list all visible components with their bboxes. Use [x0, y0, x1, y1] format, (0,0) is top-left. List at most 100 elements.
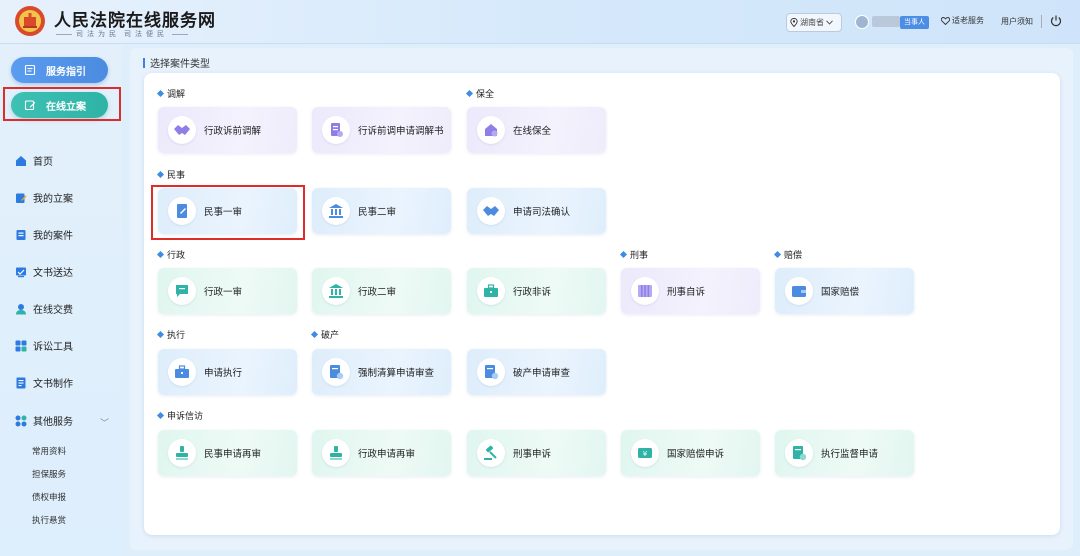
tile-admin-second-instance[interactable]: 行政二审	[312, 268, 451, 314]
liquidation-document-icon	[330, 365, 344, 380]
sub-item-execution-reward[interactable]: 执行悬赏	[32, 514, 66, 526]
filing-highlight-box	[3, 87, 121, 121]
elder-heart-icon	[941, 16, 950, 25]
group-label-compensation: 赔偿	[773, 248, 802, 261]
briefcase-icon	[484, 284, 498, 297]
chevron-down-icon	[826, 20, 833, 25]
region-select[interactable]: 湖南省	[786, 13, 842, 32]
svg-text:¥: ¥	[643, 450, 648, 458]
tile-label: 申请执行	[204, 368, 243, 379]
tile-label: 刑事申诉	[513, 449, 552, 460]
tile-label: 民事二审	[358, 207, 397, 218]
role-badge: 当事人	[900, 16, 929, 29]
sub-item-common-materials[interactable]: 常用资料	[32, 445, 66, 457]
tile-label: 行政二审	[358, 287, 397, 298]
document-delivery-icon	[16, 267, 26, 277]
tile-admin-non-litigation[interactable]: 行政非诉	[467, 268, 606, 314]
service-guide-button[interactable]: 服务指引	[11, 57, 108, 83]
stamp-icon	[330, 446, 342, 460]
sidebar-item-document-delivery[interactable]: 文书送达	[15, 264, 73, 279]
handshake-icon	[483, 206, 499, 216]
document-make-icon	[16, 377, 26, 388]
tile-label: 强制清算申请审查	[358, 368, 435, 379]
sidebar-item-label: 其他服务	[33, 417, 73, 428]
chevron-down-icon[interactable]: ﹀	[100, 416, 109, 429]
user-name-masked[interactable]	[872, 16, 900, 27]
bankruptcy-document-icon	[485, 365, 499, 380]
sidebar-item-label: 文书送达	[33, 268, 73, 279]
document-check-icon	[331, 123, 343, 137]
guide-book-icon	[24, 64, 36, 76]
sub-item-claim-declaration[interactable]: 债权申报	[32, 491, 66, 503]
tile-apply-execution[interactable]: 申请执行	[158, 349, 297, 395]
tile-label: 国家赔偿申诉	[667, 449, 725, 460]
home-icon	[16, 155, 26, 166]
group-label-mediation: 调解	[156, 87, 185, 100]
briefcase-icon	[175, 365, 189, 378]
sidebar-item-my-cases[interactable]: 我的案件	[15, 227, 73, 242]
tile-admin-first-instance[interactable]: 行政一审	[158, 268, 297, 314]
slogan-left: 司法为民	[76, 30, 120, 38]
region-value: 湖南省	[800, 18, 824, 27]
sidebar-item-other-services[interactable]: 其他服务	[15, 413, 73, 428]
tile-criminal-private-prosecution[interactable]: 刑事自诉	[621, 268, 760, 314]
group-label-preservation: 保全	[465, 87, 494, 100]
tile-online-preservation[interactable]: 在线保全	[467, 107, 606, 153]
sidebar-item-online-payment[interactable]: 在线交费	[15, 301, 73, 316]
tile-bankruptcy-review[interactable]: 破产申请审查	[467, 349, 606, 395]
sidebar-item-label: 诉讼工具	[33, 342, 73, 353]
user-notice-link[interactable]: 用户须知	[1001, 16, 1033, 27]
sidebar-item-label: 我的案件	[33, 231, 73, 242]
sidebar-item-document-making[interactable]: 文书制作	[15, 375, 73, 390]
tile-civil-second-instance[interactable]: 民事二审	[312, 188, 451, 234]
supervision-document-icon	[793, 446, 807, 461]
tile-civil-retrial-application[interactable]: 民事申请再审	[158, 430, 297, 476]
tile-state-compensation[interactable]: 国家赔偿	[775, 268, 914, 314]
tile-label: 行政非诉	[513, 287, 552, 298]
group-label-admin: 行政	[156, 248, 185, 261]
tile-forced-liquidation-review[interactable]: 强制清算申请审查	[312, 349, 451, 395]
slogan-right: 司法便民	[124, 30, 168, 38]
site-title[interactable]: 人民法院在线服务网	[54, 6, 216, 31]
tile-label: 行政申请再审	[358, 449, 416, 460]
sidebar-item-label: 我的立案	[33, 194, 73, 205]
tile-label: 行政一审	[204, 287, 243, 298]
sidebar-item-litigation-tools[interactable]: 诉讼工具	[15, 338, 73, 353]
court-building-icon	[329, 204, 343, 218]
tile-label: 行诉前调申请调解书	[358, 126, 444, 137]
tile-admin-mediation-document[interactable]: 行诉前调申请调解书	[312, 107, 451, 153]
wallet-icon	[792, 286, 806, 297]
page-title: 选择案件类型	[143, 55, 210, 70]
page-title-text: 选择案件类型	[150, 59, 210, 70]
sidebar-item-label: 文书制作	[33, 379, 73, 390]
tile-criminal-appeal[interactable]: 刑事申诉	[467, 430, 606, 476]
sub-item-guarantee-service[interactable]: 担保服务	[32, 468, 66, 480]
elder-service-label: 适老服务	[952, 16, 984, 25]
payment-icon	[16, 303, 26, 314]
tile-state-compensation-appeal[interactable]: ¥ 国家赔偿申诉	[621, 430, 760, 476]
yuan-bill-icon: ¥	[638, 448, 652, 458]
gavel-icon	[484, 445, 497, 460]
case-type-panel: 调解 保全 行政诉前调解 行诉前调申请调解书 在线保全 民事 民事一审 民事二审…	[144, 73, 1060, 535]
sidebar-item-home[interactable]: 首页	[15, 153, 53, 168]
group-label-execution: 执行	[156, 328, 185, 341]
sidebar-item-my-filings[interactable]: 我的立案	[15, 190, 73, 205]
apps-icon	[15, 415, 27, 426]
group-label-civil: 民事	[156, 168, 185, 181]
elder-service-link[interactable]: 适老服务	[941, 15, 984, 26]
tile-admin-pre-mediation[interactable]: 行政诉前调解	[158, 107, 297, 153]
site-slogan: 司法为民 司法便民	[56, 29, 216, 39]
sidebar-item-label: 在线交费	[33, 305, 73, 316]
stamp-icon	[176, 446, 188, 460]
tile-label: 执行监督申请	[821, 449, 879, 460]
tile-admin-retrial-application[interactable]: 行政申请再审	[312, 430, 451, 476]
tile-execution-supervision[interactable]: 执行监督申请	[775, 430, 914, 476]
tile-label: 国家赔偿	[821, 287, 860, 298]
power-icon[interactable]	[1049, 14, 1063, 28]
tile-judicial-confirmation[interactable]: 申请司法确认	[467, 188, 606, 234]
group-label-petition: 申诉信访	[156, 409, 203, 422]
case-file-icon	[16, 229, 26, 240]
tile-label: 破产申请审查	[513, 368, 571, 379]
user-avatar[interactable]	[855, 15, 869, 29]
prison-bars-icon	[638, 285, 652, 297]
